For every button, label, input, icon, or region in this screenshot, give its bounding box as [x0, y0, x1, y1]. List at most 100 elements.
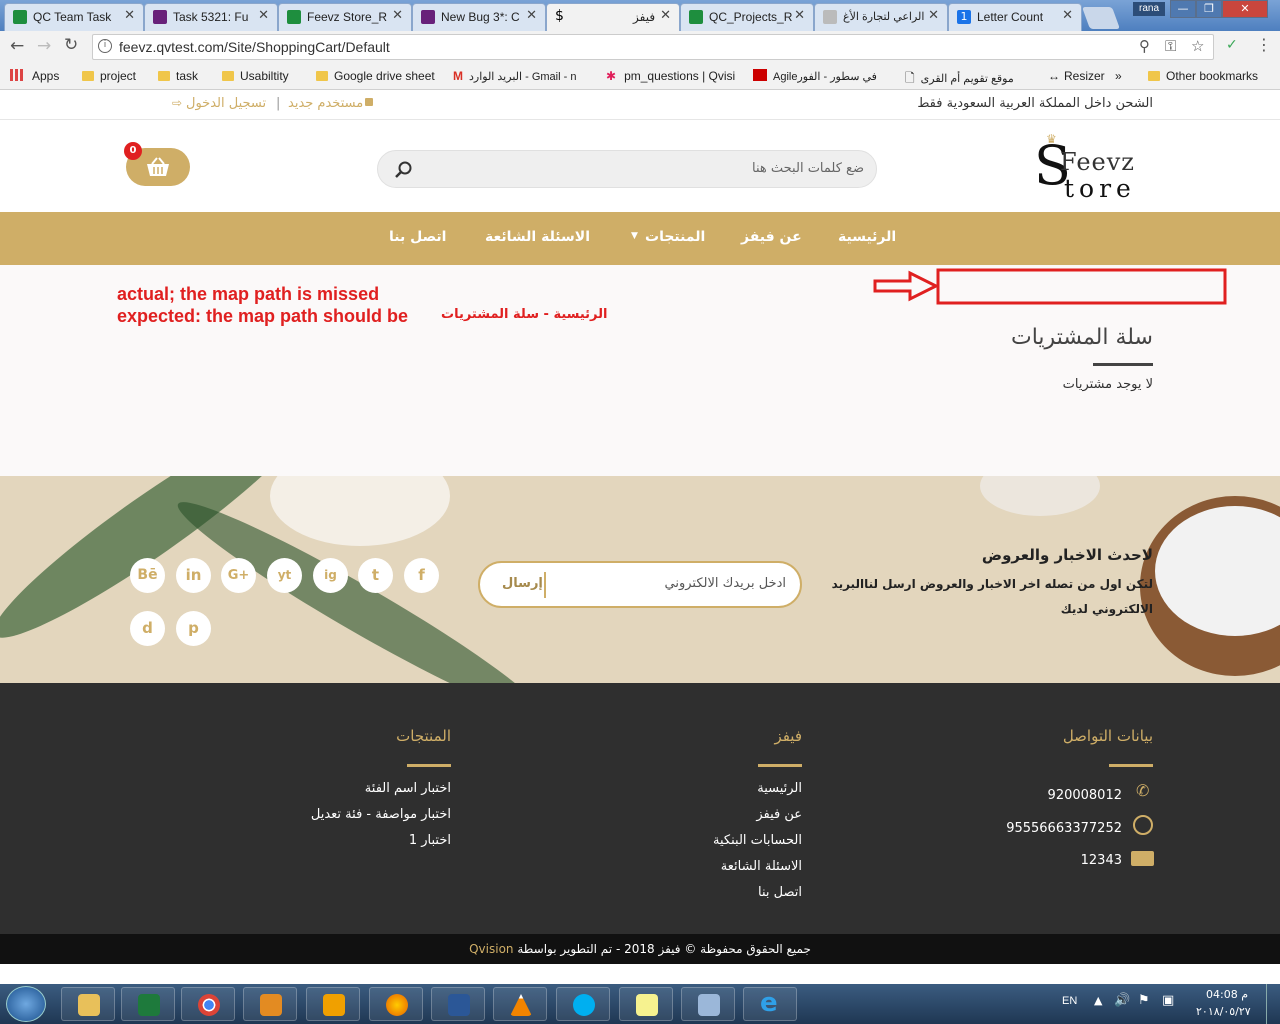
info-icon[interactable]: i [98, 39, 112, 53]
tab-task-5321[interactable]: Task 5321: Fu ✕ [144, 3, 278, 31]
folder-icon [82, 71, 94, 81]
tab-feevz-active[interactable]: $ فيفز ✕ [546, 3, 680, 31]
clock-date[interactable]: ٢٠١٨/٠٥/٢٧ [1196, 1005, 1251, 1018]
footer-product-link[interactable]: اختبار 1 [409, 833, 451, 848]
developer-link[interactable]: Qvision [469, 942, 513, 956]
show-desktop-button[interactable] [1266, 984, 1280, 1024]
bookmark-agile[interactable]: Agileفي سطور - الفور [753, 69, 893, 83]
tab-feevz-store[interactable]: Feevz Store_R ✕ [278, 3, 412, 31]
bookmark-project[interactable]: project [82, 69, 136, 83]
chrome-taskbar-button[interactable] [181, 987, 235, 1021]
empty-cart-message: لا يوجد مشتريات [1062, 377, 1153, 392]
email-input[interactable]: ادخل بريدك الالكتروني [665, 576, 787, 591]
url-text[interactable]: feevz.qvtest.com/Site/ShoppingCart/Defau… [119, 39, 390, 55]
volume-icon[interactable]: 🔊 [1114, 993, 1130, 1008]
nav-faq[interactable]: الاسئلة الشائعة [485, 229, 590, 245]
close-window-button[interactable]: ✕ [1222, 0, 1268, 18]
send-button[interactable]: إرسال [502, 576, 543, 591]
footer-link-home[interactable]: الرئيسية [757, 781, 802, 796]
search-icon[interactable] [394, 160, 414, 180]
restore-button[interactable]: ❐ [1196, 0, 1222, 18]
forward-arrow-icon[interactable]: → [37, 36, 51, 56]
firefox-taskbar-button[interactable] [369, 987, 423, 1021]
omnibox[interactable]: i feevz.qvtest.com/Site/ShoppingCart/Def… [92, 34, 1214, 60]
close-icon[interactable]: ✕ [124, 8, 135, 23]
tab-new-bug[interactable]: New Bug 3*: C ✕ [412, 3, 546, 31]
search-input[interactable]: ضع كلمات البحث هنا [752, 161, 864, 176]
bookmark-other[interactable]: Other bookmarks [1148, 69, 1258, 83]
profile-button[interactable]: rana [1133, 2, 1165, 16]
nav-home[interactable]: الرئيسية [838, 229, 896, 245]
tab-qc-projects[interactable]: QC_Projects_R ✕ [680, 3, 814, 31]
media-taskbar-button[interactable] [243, 987, 297, 1021]
behance-icon[interactable]: Bē [130, 558, 165, 593]
bookmark-gmail[interactable]: M البريد الوارد - Gmail - n [453, 69, 593, 83]
bookmark-umm-alqura[interactable]: 🗋 موقع تقويم أم القرى [905, 69, 1014, 90]
bookmark-pm-questions[interactable]: ✱ pm_questions | Qvisi [606, 69, 735, 83]
footer-link-faq[interactable]: الاسئلة الشائعة [721, 859, 802, 874]
footer-link-contact[interactable]: اتصل بنا [758, 885, 802, 900]
close-icon[interactable]: ✕ [928, 8, 939, 23]
twitter-icon[interactable]: t [358, 558, 393, 593]
network-icon[interactable]: ▣ [1162, 993, 1174, 1008]
close-icon[interactable]: ✕ [660, 8, 671, 23]
bookmark-task[interactable]: task [158, 69, 198, 83]
nav-contact[interactable]: اتصل بنا [389, 229, 446, 245]
sticky-notes-taskbar-button[interactable] [619, 987, 673, 1021]
close-icon[interactable]: ✕ [258, 8, 269, 23]
back-arrow-icon[interactable]: ← [10, 36, 24, 56]
key-icon[interactable]: ⚿ [1165, 37, 1176, 55]
site-footer: بيانات التواصل ✆ 920008012 9555666337725… [0, 683, 1280, 934]
language-indicator[interactable]: EN [1062, 995, 1077, 1007]
new-user-link[interactable]: مستخدم جديد [288, 96, 363, 111]
login-link[interactable]: تسجيل الدخول [186, 96, 266, 111]
bookmark-usabiltity[interactable]: Usabiltity [222, 69, 289, 83]
footer-product-link[interactable]: اختبار مواصفة - فئة تعديل [311, 807, 451, 822]
bookmark-google-drive-sheet[interactable]: Google drive sheet [316, 69, 435, 83]
instagram-icon[interactable]: ig [313, 558, 348, 593]
outlook-taskbar-button[interactable] [306, 987, 360, 1021]
paint-taskbar-button[interactable] [681, 987, 735, 1021]
youtube-icon[interactable]: yt [267, 558, 302, 593]
start-button[interactable] [6, 986, 46, 1022]
vlc-taskbar-button[interactable] [493, 987, 547, 1021]
ie-taskbar-button[interactable]: e [743, 987, 797, 1021]
footer-link-about[interactable]: عن فيفز [756, 807, 802, 822]
close-icon[interactable]: ✕ [526, 8, 537, 23]
feevz-logo[interactable]: S Feevz tore ♛ [1032, 130, 1162, 203]
nav-about[interactable]: عن فيفز [741, 229, 802, 245]
explorer-taskbar-button[interactable] [61, 987, 115, 1021]
word-taskbar-button[interactable] [431, 987, 485, 1021]
nav-products[interactable]: المنتجات [645, 229, 705, 245]
minimize-button[interactable]: — [1170, 0, 1196, 18]
clock-time[interactable]: 04:08 م [1206, 988, 1248, 1001]
dribbble-icon[interactable]: d [130, 611, 165, 646]
close-icon[interactable]: ✕ [1062, 8, 1073, 23]
footer-link-bank-accounts[interactable]: الحسابات البنكية [713, 833, 802, 848]
caret-down-icon[interactable]: ▼ [631, 231, 638, 241]
tray-up-icon[interactable]: ▲ [1094, 994, 1102, 1007]
google-plus-icon[interactable]: G+ [221, 558, 256, 593]
tab-qc-team-task[interactable]: QC Team Task ✕ [4, 3, 144, 31]
action-center-icon[interactable]: ⚑ [1138, 993, 1150, 1008]
footer-product-link[interactable]: اختبار اسم الفئة [365, 781, 451, 796]
skype-taskbar-button[interactable] [556, 987, 610, 1021]
extension-icon[interactable]: ✓ [1226, 37, 1238, 53]
menu-icon[interactable]: ⋮ [1256, 35, 1272, 54]
close-icon[interactable]: ✕ [392, 8, 403, 23]
pinterest-icon[interactable]: p [176, 611, 211, 646]
tab-alrai[interactable]: الراعي لتجارة الأغ ✕ [814, 3, 948, 31]
linkedin-icon[interactable]: in [176, 558, 211, 593]
facebook-icon[interactable]: f [404, 558, 439, 593]
new-tab-button[interactable] [1081, 7, 1121, 29]
tab-letter-count[interactable]: 1 Letter Count ✕ [948, 3, 1082, 31]
bookmark-apps[interactable]: Apps [10, 69, 59, 83]
excel-taskbar-button[interactable] [121, 987, 175, 1021]
bookmarks-overflow[interactable]: » [1115, 69, 1122, 83]
zoom-search-icon[interactable]: ⚲ [1139, 37, 1150, 55]
bookmark-resizer[interactable]: ↔ Resizer [1048, 69, 1105, 83]
close-icon[interactable]: ✕ [794, 8, 805, 23]
reload-icon[interactable]: ↻ [64, 35, 78, 55]
search-box[interactable]: ضع كلمات البحث هنا [377, 150, 877, 188]
star-icon[interactable]: ☆ [1191, 37, 1204, 55]
